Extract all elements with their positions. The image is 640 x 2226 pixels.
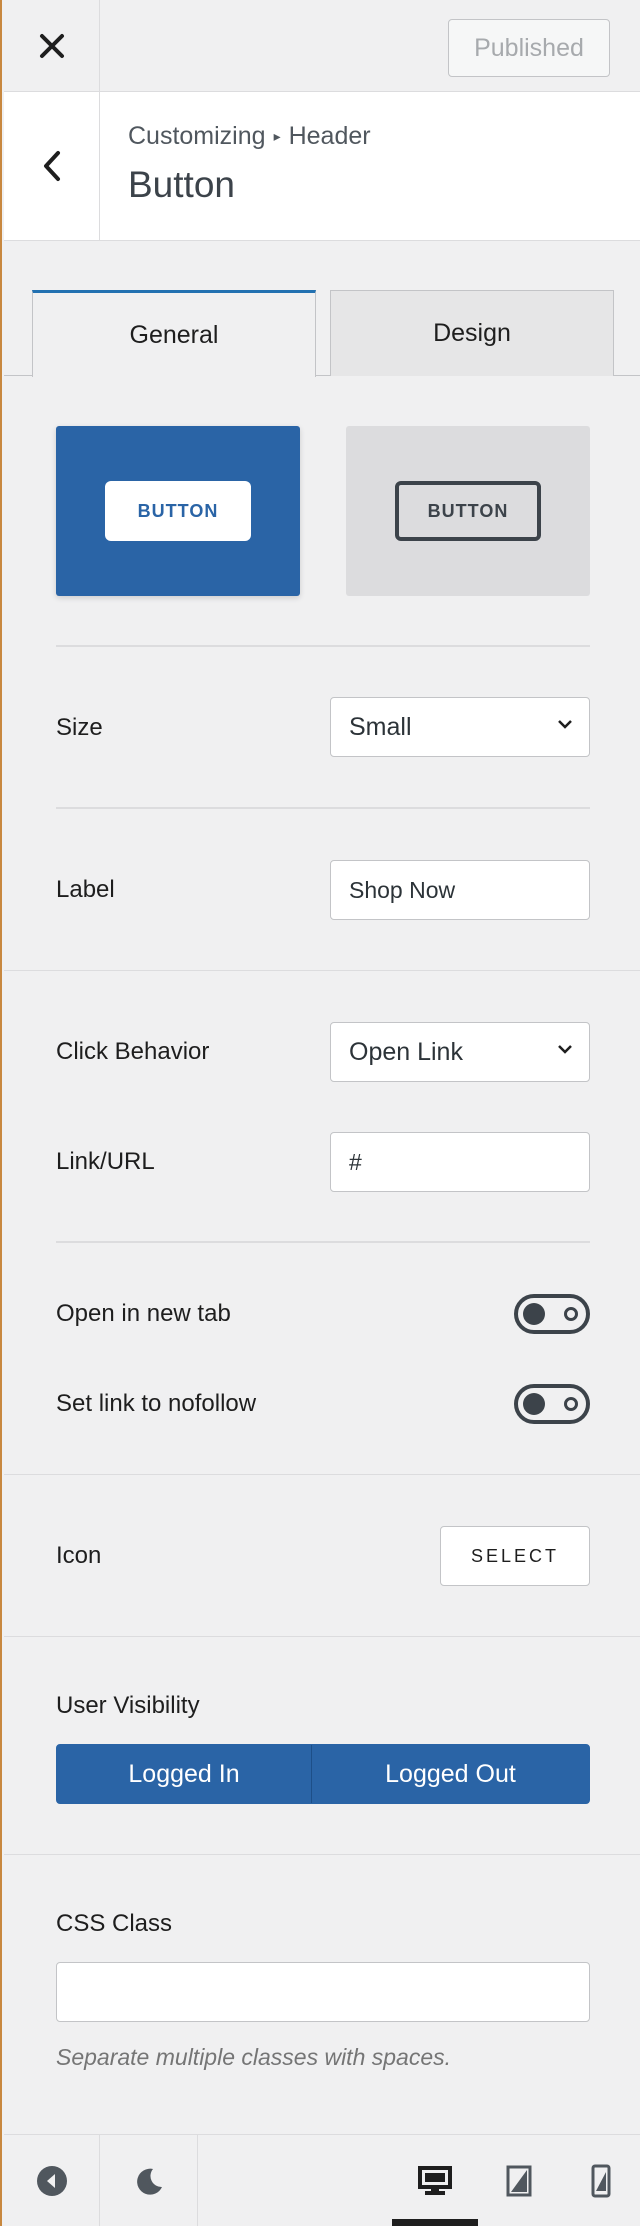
size-select[interactable]: Small — [330, 697, 590, 757]
collapse-icon — [36, 2165, 67, 2196]
published-button[interactable]: Published — [448, 19, 610, 77]
style-outline-option[interactable]: BUTTON — [346, 426, 590, 596]
user-visibility-segmented: Logged In Logged Out — [56, 1744, 590, 1804]
divider — [56, 807, 590, 809]
label-input[interactable]: Shop Now — [330, 860, 590, 920]
device-mobile-button[interactable] — [560, 2135, 640, 2226]
close-icon — [39, 33, 64, 58]
css-class-input[interactable] — [56, 1962, 590, 2022]
open-new-tab-label: Open in new tab — [56, 1300, 231, 1327]
page-title: Button — [128, 164, 235, 205]
label-label: Label — [56, 876, 115, 903]
moon-icon — [136, 2168, 162, 2195]
section-divider — [4, 970, 640, 971]
breadcrumb-section: Header — [288, 122, 371, 150]
customizer-footer — [4, 2134, 640, 2226]
link-url-input[interactable]: # — [330, 1132, 590, 1192]
toggle-off-indicator — [564, 1397, 578, 1411]
toggle-knob — [523, 1393, 545, 1415]
logged-in-button[interactable]: Logged In — [57, 1745, 312, 1803]
chevron-down-icon — [558, 1045, 572, 1054]
close-button[interactable] — [4, 0, 100, 91]
link-url-label: Link/URL — [56, 1148, 155, 1175]
tab-design[interactable]: Design — [330, 290, 614, 376]
icon-label: Icon — [56, 1542, 102, 1569]
customizer-panel: Published Customizing ▸ Header Button Gene… — [0, 0, 640, 2226]
breadcrumb-separator: ▸ — [273, 128, 281, 144]
nofollow-label: Set link to nofollow — [56, 1390, 257, 1417]
desktop-icon — [418, 2165, 452, 2195]
section-divider — [4, 1854, 640, 1855]
tab-bar: General Design — [4, 242, 640, 377]
back-button[interactable] — [4, 92, 100, 240]
divider — [56, 1241, 590, 1243]
dark-mode-button[interactable] — [100, 2135, 198, 2226]
chevron-down-icon — [558, 720, 572, 729]
css-class-help: Separate multiple classes with spaces. — [56, 2044, 452, 2070]
device-tablet-button[interactable] — [478, 2135, 560, 2226]
customizer-topbar: Published — [4, 0, 640, 92]
css-class-label: CSS Class — [56, 1910, 173, 1937]
section-divider — [4, 1636, 640, 1637]
size-label: Size — [56, 714, 103, 741]
click-behavior-label: Click Behavior — [56, 1038, 210, 1065]
user-visibility-label: User Visibility — [56, 1692, 200, 1719]
tab-general[interactable]: General — [32, 290, 316, 377]
logged-out-button[interactable]: Logged Out — [312, 1745, 589, 1803]
breadcrumb: Customizing ▸ Header — [128, 122, 371, 151]
toggle-off-indicator — [564, 1307, 578, 1321]
filled-button-preview: BUTTON — [105, 481, 251, 541]
device-desktop-button[interactable] — [392, 2135, 478, 2226]
mobile-icon — [591, 2164, 611, 2197]
click-behavior-value: Open Link — [349, 1037, 463, 1066]
size-value: Small — [349, 712, 412, 741]
outline-button-preview: BUTTON — [395, 481, 541, 541]
tablet-icon — [506, 2165, 532, 2196]
style-filled-option[interactable]: BUTTON — [56, 426, 300, 596]
active-device-indicator — [392, 2219, 478, 2226]
divider — [56, 645, 590, 647]
icon-select-button[interactable]: SELECT — [440, 1526, 590, 1586]
open-new-tab-toggle[interactable] — [514, 1294, 590, 1334]
breadcrumb-root: Customizing — [128, 122, 266, 150]
chevron-left-icon — [43, 151, 60, 181]
section-header: Customizing ▸ Header Button — [4, 92, 640, 241]
toggle-knob — [523, 1303, 545, 1325]
section-divider — [4, 1474, 640, 1475]
nofollow-toggle[interactable] — [514, 1384, 590, 1424]
click-behavior-select[interactable]: Open Link — [330, 1022, 590, 1082]
collapse-sidebar-button[interactable] — [4, 2135, 100, 2226]
